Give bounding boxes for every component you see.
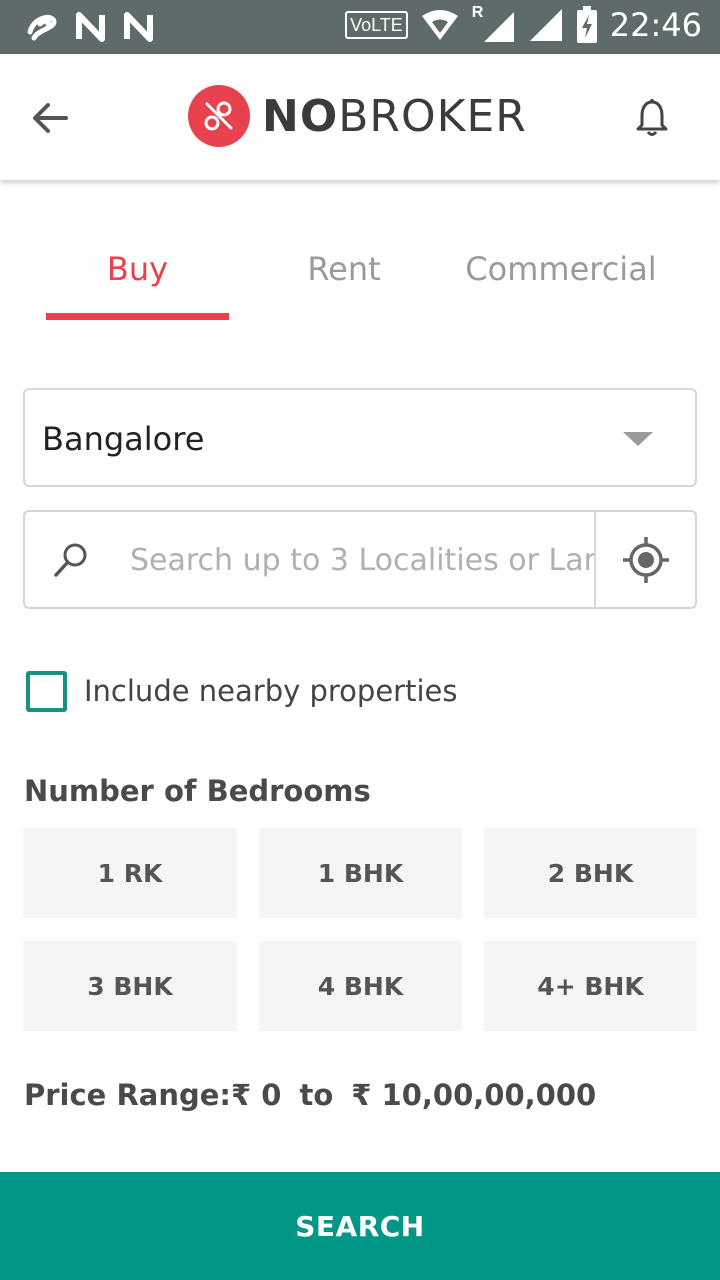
signal-roaming: R (472, 4, 516, 44)
gps-target-icon (622, 536, 669, 583)
battery-charging-icon (576, 6, 597, 43)
bell-icon (636, 99, 668, 136)
price-range[interactable]: Price Range:₹ 0 to ₹ 10,00,00,000 (24, 1078, 596, 1112)
search-button[interactable]: SEARCH (0, 1172, 720, 1280)
signal-icon-2 (529, 9, 562, 41)
price-to: to (299, 1078, 334, 1112)
bedroom-option-1bhk[interactable]: 1 BHK (259, 828, 462, 918)
volte-badge: VoLTE (345, 11, 408, 39)
current-location-button[interactable] (594, 512, 695, 607)
nobroker-logo: NOBROKER (188, 84, 527, 148)
city-selected-value: Bangalore (42, 420, 205, 458)
no-percent-icon (204, 101, 233, 131)
bedroom-option-3bhk[interactable]: 3 BHK (23, 941, 237, 1031)
listing-type-tabs: Buy Rent Commercial (0, 230, 720, 322)
arrow-left-icon (33, 103, 68, 133)
notifications-button[interactable] (628, 94, 676, 142)
price-range-label: Price Range: (24, 1078, 232, 1112)
city-dropdown[interactable]: Bangalore (23, 388, 697, 487)
price-min[interactable]: ₹ 0 (231, 1078, 281, 1112)
tab-rent[interactable]: Rent (290, 250, 398, 288)
active-tab-indicator (46, 313, 229, 320)
carrier-swirl-icon (27, 14, 57, 41)
back-button[interactable] (26, 94, 74, 142)
locality-search-box (23, 510, 697, 609)
status-bar: VoLTE R 22:46 (0, 0, 720, 54)
bedrooms-heading: Number of Bedrooms (24, 774, 371, 808)
signal-icon (483, 12, 514, 42)
wifi-icon (421, 10, 458, 40)
include-nearby-label: Include nearby properties (84, 674, 458, 708)
include-nearby-checkbox[interactable] (26, 670, 67, 712)
clock: 22:46 (609, 6, 702, 44)
logo-mark (188, 85, 250, 147)
bedroom-option-2bhk[interactable]: 2 BHK (484, 828, 697, 918)
bedroom-option-4bhk[interactable]: 4 BHK (259, 941, 462, 1031)
tab-buy[interactable]: Buy (46, 250, 229, 288)
locality-search-input[interactable] (130, 532, 596, 588)
logo-light-text: BROKER (338, 90, 527, 142)
logo-wordmark: NOBROKER (262, 91, 527, 142)
search-icon (54, 543, 87, 577)
app-bar: NOBROKER (0, 54, 720, 180)
bedroom-option-1rk[interactable]: 1 RK (23, 828, 237, 918)
notification-icons (24, 8, 156, 44)
logo-bold-text: NO (262, 90, 339, 142)
price-max[interactable]: ₹ 10,00,00,000 (351, 1078, 596, 1112)
n-notification-icon (76, 12, 105, 42)
dropdown-caret-icon (623, 432, 653, 446)
include-nearby-row[interactable]: Include nearby properties (26, 670, 457, 712)
tab-commercial[interactable]: Commercial (462, 250, 660, 288)
n-notification-icon-2 (124, 12, 153, 42)
bedroom-option-4plus-bhk[interactable]: 4+ BHK (484, 941, 697, 1031)
system-icons: VoLTE R 22:46 (345, 4, 702, 44)
